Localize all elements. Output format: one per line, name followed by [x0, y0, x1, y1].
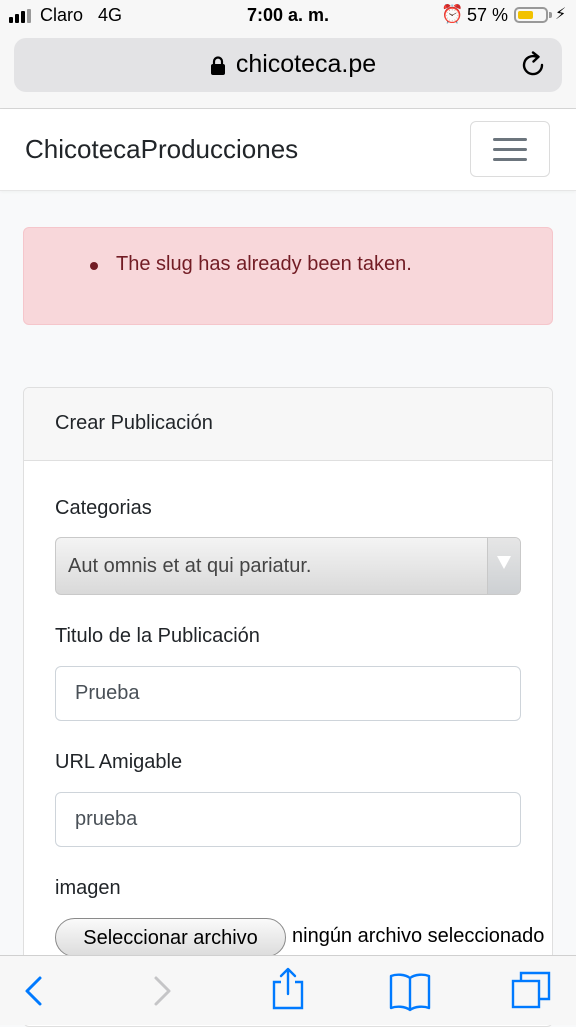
- alarm-icon: ⏰: [441, 4, 464, 24]
- navbar-toggle-button[interactable]: [470, 121, 550, 177]
- tabs-icon: [511, 971, 551, 1009]
- charging-bolt-icon: ⚡: [555, 6, 567, 23]
- reload-icon[interactable]: [520, 51, 548, 79]
- slug-input-value: prueba: [75, 808, 138, 830]
- hamburger-menu-icon: [493, 138, 527, 141]
- category-selected-value: Aut omnis et at qui pariatur.: [68, 555, 312, 577]
- bookmarks-button[interactable]: [380, 956, 440, 1025]
- category-select[interactable]: Aut omnis et at qui pariatur.: [55, 537, 521, 595]
- forward-icon: [154, 976, 171, 1006]
- card-title: Crear Publicación: [55, 412, 213, 434]
- bookmarks-icon: [389, 973, 431, 1012]
- browser-chrome: chicoteca.pe: [0, 32, 576, 109]
- image-label: imagen: [55, 877, 121, 899]
- browser-toolbar: [0, 955, 576, 1025]
- share-icon: [272, 967, 304, 1010]
- file-status-text: ningún archivo seleccionado: [292, 925, 545, 947]
- choose-file-button[interactable]: Seleccionar archivo: [55, 918, 286, 957]
- address-bar[interactable]: chicoteca.pe: [14, 38, 562, 92]
- hamburger-line: [493, 158, 527, 161]
- brand-link[interactable]: ChicotecaProducciones: [25, 134, 298, 165]
- battery-nub: [549, 12, 552, 18]
- chevron-down-icon: [497, 556, 511, 569]
- card-header: Crear Publicación: [24, 388, 552, 461]
- site-navbar: ChicotecaProducciones: [0, 109, 576, 191]
- slug-label: URL Amigable: [55, 751, 183, 773]
- battery-percent: 57 %: [467, 5, 509, 25]
- share-button[interactable]: [258, 956, 318, 1025]
- slug-input[interactable]: prueba: [55, 792, 521, 847]
- category-label: Categorias: [55, 497, 152, 519]
- error-alert: The slug has already been taken.: [23, 227, 553, 325]
- title-input-value: Prueba: [75, 682, 140, 704]
- tabs-button[interactable]: [502, 956, 562, 1025]
- select-dropdown-button[interactable]: [487, 538, 520, 594]
- choose-file-label: Seleccionar archivo: [83, 927, 258, 949]
- error-message: The slug has already been taken.: [116, 253, 412, 275]
- battery-icon: [514, 7, 548, 23]
- title-input[interactable]: Prueba: [55, 666, 521, 721]
- title-label: Titulo de la Publicación: [55, 625, 260, 647]
- forward-button[interactable]: [132, 956, 192, 1025]
- status-bar: Claro 4G 7:00 a. m. ⏰ 57 % ⚡: [0, 0, 576, 32]
- back-icon: [25, 976, 42, 1006]
- url-text: chicoteca.pe: [235, 50, 377, 78]
- back-button[interactable]: [3, 956, 63, 1025]
- bullet-icon: [90, 262, 98, 270]
- hamburger-line: [493, 148, 527, 151]
